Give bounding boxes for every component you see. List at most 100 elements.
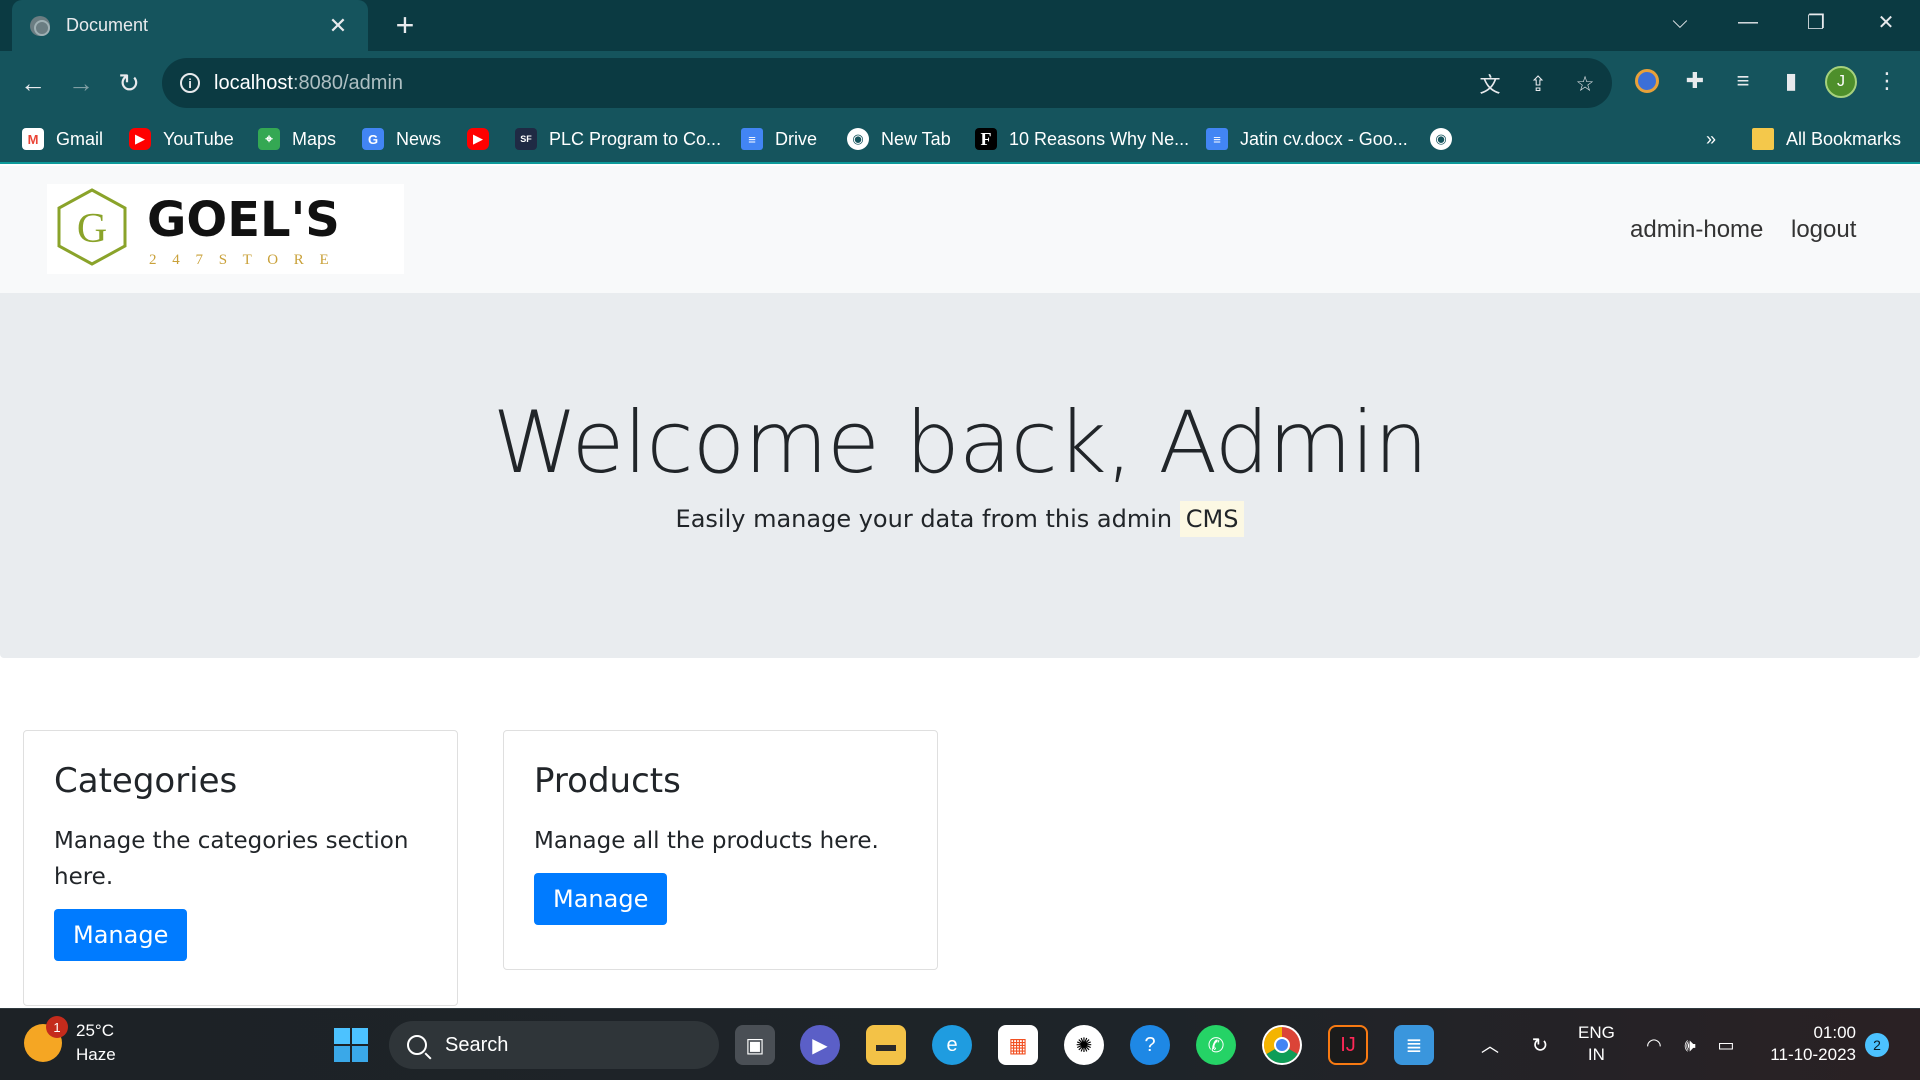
puzzle-icon[interactable]: ✚ (1680, 66, 1710, 96)
weather-badge: 1 (46, 1016, 68, 1038)
store-icon[interactable]: ▦ (998, 1025, 1038, 1065)
volume-icon[interactable]: 🕪 (1670, 1025, 1710, 1065)
whatsapp-icon[interactable]: ✆ (1196, 1025, 1236, 1065)
bookmark-jatin-cv[interactable]: ≡ Jatin cv.docx - Goo... (1206, 125, 1408, 153)
translate-icon[interactable]: 文 (1477, 71, 1503, 97)
profile-avatar[interactable]: J (1825, 66, 1857, 98)
bookmarks-overflow-button[interactable]: » (1706, 125, 1716, 153)
url-path: :8080/admin (292, 71, 404, 94)
globe-icon (30, 15, 50, 36)
windows-taskbar: 1 25°C Haze Search ▣ ▶ ▬ e ▦ ✺ ? ✆ IJ ≣ … (0, 1008, 1920, 1080)
tab-close-button[interactable]: ✕ (324, 12, 352, 40)
menu-icon[interactable]: ⋮ (1872, 66, 1902, 96)
logo-subtext: 2 4 7 S T O R E (149, 252, 335, 268)
edge-icon[interactable]: e (932, 1025, 972, 1065)
minimize-button[interactable]: — (1718, 0, 1778, 45)
bookmark-news[interactable]: G News (362, 125, 441, 153)
all-bookmarks-button[interactable]: All Bookmarks (1752, 125, 1901, 153)
task-view-icon[interactable]: ▣ (735, 1025, 775, 1065)
maps-icon: ⌖ (258, 128, 280, 150)
globe-icon: ◉ (1430, 128, 1452, 150)
svg-text:G: G (77, 206, 107, 252)
bookmark-star-icon[interactable]: ☆ (1572, 71, 1598, 97)
site-navbar: G GOEL'S 2 4 7 S T O R E admin-home logo… (0, 166, 1920, 293)
manage-products-button[interactable]: Manage (534, 873, 668, 925)
weather-desc: Haze (76, 1045, 116, 1064)
url-host: localhost (214, 71, 293, 94)
card-text: Manage all the products here. (534, 828, 879, 854)
chrome-icon[interactable] (1262, 1025, 1302, 1065)
browser-tab-active[interactable]: Document ✕ (12, 0, 368, 51)
bookmark-plc-program[interactable]: SF PLC Program to Co... (515, 125, 721, 153)
youtube-icon: ▶ (467, 128, 489, 150)
welcome-jumbotron: Welcome back, Admin Easily manage your d… (0, 293, 1920, 658)
close-window-button[interactable]: ✕ (1856, 0, 1916, 45)
language-indicator[interactable]: ENG IN (1578, 1022, 1615, 1066)
cms-highlight: CMS (1179, 501, 1245, 537)
address-bar[interactable]: i localhost :8080/admin 文 ⇪ ☆ (162, 58, 1612, 108)
wifi-icon[interactable]: ◠ (1634, 1025, 1674, 1065)
document-icon: ≡ (741, 128, 763, 150)
windows-start-icon[interactable] (331, 1025, 371, 1065)
plc-icon: SF (515, 128, 537, 150)
teams-icon[interactable]: ▶ (800, 1025, 840, 1065)
share-icon[interactable]: ⇪ (1525, 71, 1551, 97)
browser-tab-strip: Document ✕ + ⌵ — ❐ ✕ (0, 0, 1920, 51)
tab-title: Document (66, 15, 149, 35)
nav-logout[interactable]: logout (1791, 216, 1856, 244)
new-tab-button[interactable]: + (388, 7, 422, 43)
intellij-icon[interactable]: IJ (1328, 1025, 1368, 1065)
bookmark-drive[interactable]: ≡ Drive (741, 125, 817, 153)
notepad-icon[interactable]: ≣ (1394, 1025, 1434, 1065)
extension-icon[interactable] (1632, 66, 1662, 96)
bookmark-gmail[interactable]: M Gmail (22, 125, 103, 153)
file-explorer-icon[interactable]: ▬ (866, 1025, 906, 1065)
news-icon: G (362, 128, 384, 150)
bookmarks-bar: M Gmail ▶ YouTube ⌖ Maps G News ▶ SF PLC Prog… (0, 114, 1920, 164)
bookmark-youtube[interactable]: ▶ YouTube (129, 125, 234, 153)
products-card: Products Manage all the products here. M… (503, 730, 938, 970)
media-control-icon[interactable]: ≡ (1728, 66, 1758, 96)
tab-search-button[interactable]: ⌵ (1650, 0, 1710, 45)
notification-badge[interactable]: 2 (1865, 1033, 1889, 1057)
folder-icon (1752, 128, 1774, 150)
weather-icon: 1 (24, 1016, 68, 1062)
search-icon (407, 1035, 427, 1055)
bookmark-youtube-video[interactable]: ▶ (467, 125, 501, 153)
forbes-icon: F (975, 128, 997, 150)
bookmark-new-tab[interactable]: ◉ New Tab (847, 125, 951, 153)
clock[interactable]: 01:00 11-10-2023 (1760, 1022, 1856, 1066)
logo-graphic: G GOEL'S 2 4 7 S T O R E (57, 188, 340, 268)
manage-categories-button[interactable]: Manage (54, 909, 188, 961)
bookmark-10-reasons[interactable]: F 10 Reasons Why Ne... (975, 125, 1189, 153)
gmail-icon: M (22, 128, 44, 150)
welcome-heading: Welcome back, Admin (492, 393, 1429, 493)
battery-icon[interactable]: ▭ (1706, 1025, 1746, 1065)
site-info-icon[interactable]: i (180, 73, 200, 93)
globe-icon: ◉ (847, 128, 869, 150)
back-button[interactable]: ← (14, 64, 52, 102)
taskbar-search[interactable]: Search (389, 1021, 719, 1069)
reload-button[interactable]: ↻ (110, 64, 148, 102)
youtube-icon: ▶ (129, 128, 151, 150)
weather-temp: 25°C (76, 1021, 114, 1040)
bookmark-globe[interactable]: ◉ (1430, 125, 1464, 153)
forward-button[interactable]: → (62, 64, 100, 102)
store-logo[interactable]: G GOEL'S 2 4 7 S T O R E (47, 184, 404, 274)
card-title: Categories (54, 761, 238, 801)
side-panel-icon[interactable]: ▮ (1776, 66, 1806, 96)
chatgpt-icon[interactable]: ✺ (1064, 1025, 1104, 1065)
logo-text: GOEL'S (147, 192, 340, 248)
card-text: Manage the categories section here. (54, 828, 409, 890)
chevron-up-icon[interactable]: ︿ (1470, 1025, 1510, 1065)
welcome-lead: Easily manage your data from this admin … (0, 501, 1920, 537)
weather-widget[interactable]: 1 25°C Haze (24, 1016, 116, 1067)
document-icon: ≡ (1206, 128, 1228, 150)
nav-admin-home[interactable]: admin-home (1630, 216, 1763, 244)
sync-icon[interactable]: ↻ (1520, 1025, 1560, 1065)
bookmark-maps[interactable]: ⌖ Maps (258, 125, 336, 153)
help-icon[interactable]: ? (1130, 1025, 1170, 1065)
card-title: Products (534, 761, 681, 801)
categories-card: Categories Manage the categories section… (23, 730, 458, 1006)
restore-button[interactable]: ❐ (1786, 0, 1846, 45)
